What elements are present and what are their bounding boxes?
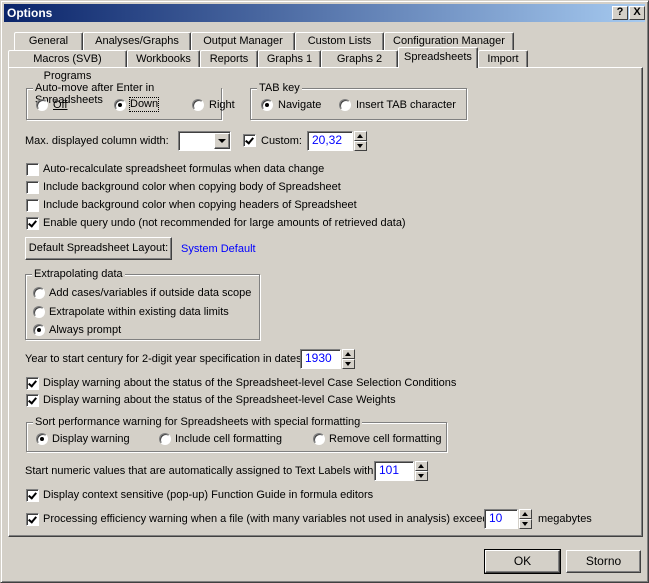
- query-undo-checkbox[interactable]: [26, 217, 39, 230]
- efficiency-spinner[interactable]: [519, 509, 532, 529]
- case-weights-warning-label: Display warning about the status of the …: [43, 394, 396, 406]
- custom-width-checkbox[interactable]: [243, 134, 256, 147]
- year-field[interactable]: 1930: [300, 349, 341, 369]
- sort-display-warning-radio[interactable]: [36, 433, 48, 445]
- extrapolate-within-label: Extrapolate within existing data limits: [49, 306, 229, 318]
- chevron-down-icon: [218, 139, 226, 143]
- layout-value: System Default: [181, 243, 256, 255]
- tab-reports[interactable]: Reports: [200, 50, 258, 68]
- spin-down-icon[interactable]: [415, 471, 428, 481]
- tab-output-manager[interactable]: Output Manager: [191, 32, 295, 50]
- tabkey-insert-radio[interactable]: [339, 99, 351, 111]
- sort-display-warning-label: Display warning: [52, 433, 130, 445]
- spin-down-icon[interactable]: [342, 359, 355, 369]
- extrapolating-group-label: Extrapolating data: [32, 268, 125, 280]
- automove-down-radio[interactable]: [114, 99, 126, 111]
- text-labels-label: Start numeric values that are automatica…: [25, 465, 377, 477]
- query-undo-label: Enable query undo (not recommended for l…: [43, 217, 406, 229]
- bg-color-body-label: Include background color when copying bo…: [43, 181, 341, 193]
- spin-down-icon[interactable]: [519, 519, 532, 529]
- tab-graphs-1[interactable]: Graphs 1: [258, 50, 321, 68]
- spin-up-icon[interactable]: [354, 131, 367, 141]
- function-guide-checkbox[interactable]: [26, 489, 39, 502]
- year-label: Year to start century for 2-digit year s…: [25, 353, 305, 365]
- spin-down-icon[interactable]: [354, 141, 367, 151]
- text-labels-field[interactable]: 101: [374, 461, 414, 481]
- dropdown-arrow-button[interactable]: [214, 133, 230, 149]
- text-labels-spinner[interactable]: [415, 461, 428, 481]
- options-dialog: Options ? X General Analyses/Graphs Outp…: [0, 0, 649, 583]
- sort-include-formatting-label: Include cell formatting: [175, 433, 282, 445]
- custom-width-label: Custom:: [261, 135, 302, 147]
- default-layout-button[interactable]: Default Spreadsheet Layout:: [25, 237, 172, 260]
- tab-analyses-graphs[interactable]: Analyses/Graphs: [83, 32, 191, 50]
- window-title: Options: [7, 6, 53, 20]
- title-bar: Options: [4, 4, 645, 22]
- automove-right-label: Right: [209, 99, 235, 111]
- custom-width-spinner[interactable]: [354, 131, 367, 151]
- efficiency-warning-label: Processing efficiency warning when a fil…: [43, 513, 498, 525]
- bg-color-headers-label: Include background color when copying he…: [43, 199, 357, 211]
- sort-warning-group-label: Sort performance warning for Spreadsheet…: [33, 416, 363, 428]
- efficiency-unit: megabytes: [538, 513, 592, 525]
- help-button[interactable]: ?: [612, 6, 628, 20]
- automove-off-radio[interactable]: [36, 99, 48, 111]
- automove-right-radio[interactable]: [192, 99, 204, 111]
- column-width-label: Max. displayed column width:: [25, 135, 169, 147]
- extrapolate-prompt-radio[interactable]: [33, 324, 45, 336]
- automove-off-label: Off: [53, 99, 68, 111]
- ok-button[interactable]: OK: [484, 549, 561, 574]
- tab-spreadsheets[interactable]: Spreadsheets: [398, 47, 478, 68]
- spin-up-icon[interactable]: [342, 349, 355, 359]
- extrapolate-prompt-label: Always prompt: [49, 324, 122, 336]
- function-guide-label: Display context sensitive (pop-up) Funct…: [43, 489, 374, 501]
- sort-include-formatting-radio[interactable]: [159, 433, 171, 445]
- case-selection-warning-checkbox[interactable]: [26, 377, 39, 390]
- tab-workbooks[interactable]: Workbooks: [127, 50, 200, 68]
- tabkey-navigate-label: Navigate: [278, 99, 322, 111]
- automove-down-label: Down: [128, 97, 160, 112]
- auto-recalculate-label: Auto-recalculate spreadsheet formulas wh…: [43, 163, 325, 175]
- close-button[interactable]: X: [629, 6, 645, 20]
- efficiency-field[interactable]: 10: [484, 509, 518, 529]
- case-weights-warning-checkbox[interactable]: [26, 394, 39, 407]
- auto-recalculate-checkbox[interactable]: [26, 163, 39, 176]
- tabkey-insert-label: Insert TAB character: [356, 99, 456, 111]
- cancel-button[interactable]: Storno: [566, 550, 641, 573]
- tab-graphs-2[interactable]: Graphs 2: [321, 50, 398, 68]
- tabkey-group-label: TAB key: [257, 82, 302, 94]
- custom-width-field[interactable]: 20,32: [307, 131, 353, 151]
- tabkey-navigate-radio[interactable]: [261, 99, 273, 111]
- extrapolate-add-label: Add cases/variables if outside data scop…: [49, 287, 252, 299]
- case-selection-warning-label: Display warning about the status of the …: [43, 377, 457, 389]
- tab-general[interactable]: General: [14, 32, 83, 50]
- year-spinner[interactable]: [342, 349, 355, 369]
- extrapolate-within-radio[interactable]: [33, 306, 45, 318]
- tab-import[interactable]: Import: [478, 50, 528, 68]
- tab-custom-lists[interactable]: Custom Lists: [295, 32, 384, 50]
- sort-remove-formatting-radio[interactable]: [313, 433, 325, 445]
- spin-up-icon[interactable]: [415, 461, 428, 471]
- efficiency-warning-checkbox[interactable]: [26, 513, 39, 526]
- tab-macros[interactable]: Macros (SVB) Programs: [8, 50, 127, 82]
- bg-color-body-checkbox[interactable]: [26, 181, 39, 194]
- extrapolate-add-radio[interactable]: [33, 287, 45, 299]
- spin-up-icon[interactable]: [519, 509, 532, 519]
- bg-color-headers-checkbox[interactable]: [26, 199, 39, 212]
- sort-remove-formatting-label: Remove cell formatting: [329, 433, 442, 445]
